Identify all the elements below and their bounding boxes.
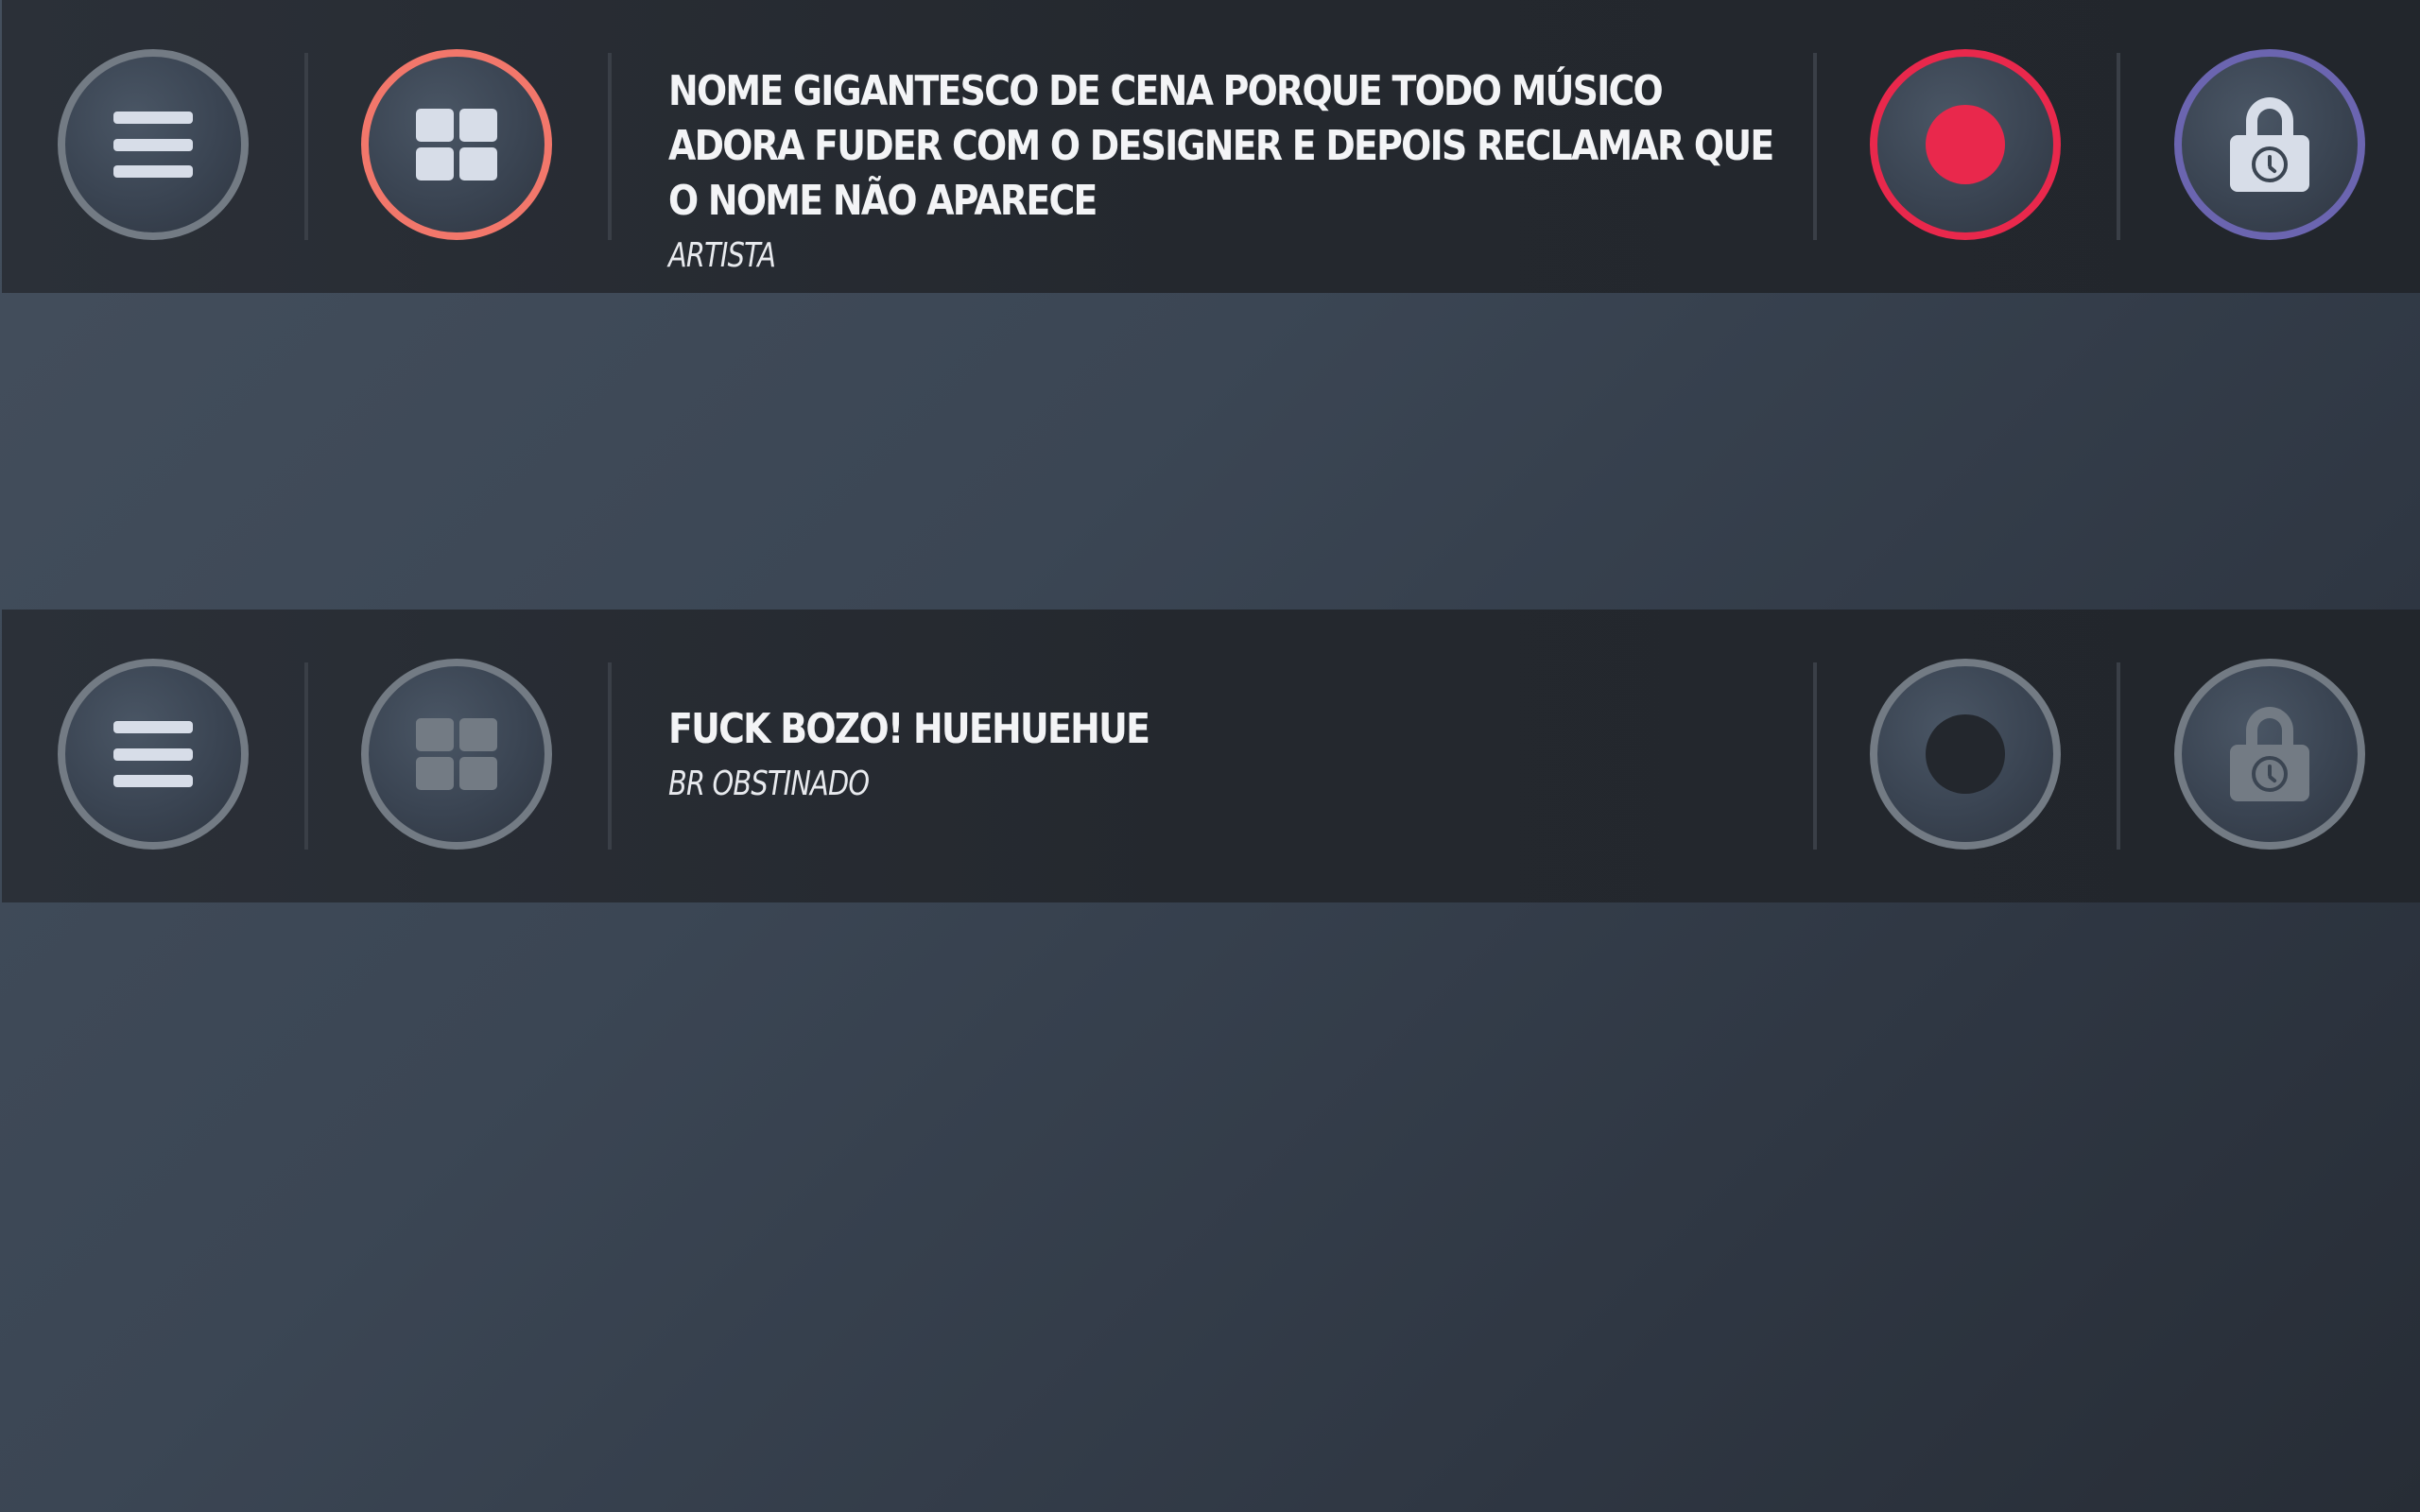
scene-info: FUCK BOZO! HUEHUEHUE BR OBSTINADO (668, 702, 1777, 808)
scene-title: FUCK BOZO! HUEHUEHUE (668, 705, 1150, 753)
lock-clock-icon (2230, 707, 2309, 801)
grid-icon (416, 109, 497, 180)
grid-button[interactable] (361, 49, 552, 240)
divider (608, 662, 612, 850)
divider (2117, 662, 2120, 850)
lock-button[interactable] (2174, 49, 2365, 240)
menu-icon (113, 721, 193, 787)
scene-artist: ARTISTA (668, 236, 776, 275)
divider (304, 662, 308, 850)
scene-bar: FUCK BOZO! HUEHUEHUE BR OBSTINADO (2, 610, 2420, 902)
scene-title: NOME GIGANTESCO DE CENA PORQUE TODO MÚSI… (668, 67, 1774, 225)
record-icon (1926, 714, 2005, 794)
grid-icon (416, 718, 497, 790)
record-icon (1926, 105, 2005, 184)
menu-button[interactable] (58, 659, 249, 850)
divider (1813, 53, 1817, 240)
divider (2117, 53, 2120, 240)
record-button[interactable] (1870, 49, 2061, 240)
grid-button[interactable] (361, 659, 552, 850)
divider (304, 53, 308, 240)
lock-clock-icon (2230, 97, 2309, 192)
scene-artist: BR OBSTINADO (668, 765, 870, 803)
scene-info: NOME GIGANTESCO DE CENA PORQUE TODO MÚSI… (668, 64, 1777, 280)
menu-button[interactable] (58, 49, 249, 240)
divider (1813, 662, 1817, 850)
menu-icon (113, 112, 193, 178)
divider (608, 53, 612, 240)
scene-bar: NOME GIGANTESCO DE CENA PORQUE TODO MÚSI… (2, 0, 2420, 293)
record-button[interactable] (1870, 659, 2061, 850)
lock-button[interactable] (2174, 659, 2365, 850)
